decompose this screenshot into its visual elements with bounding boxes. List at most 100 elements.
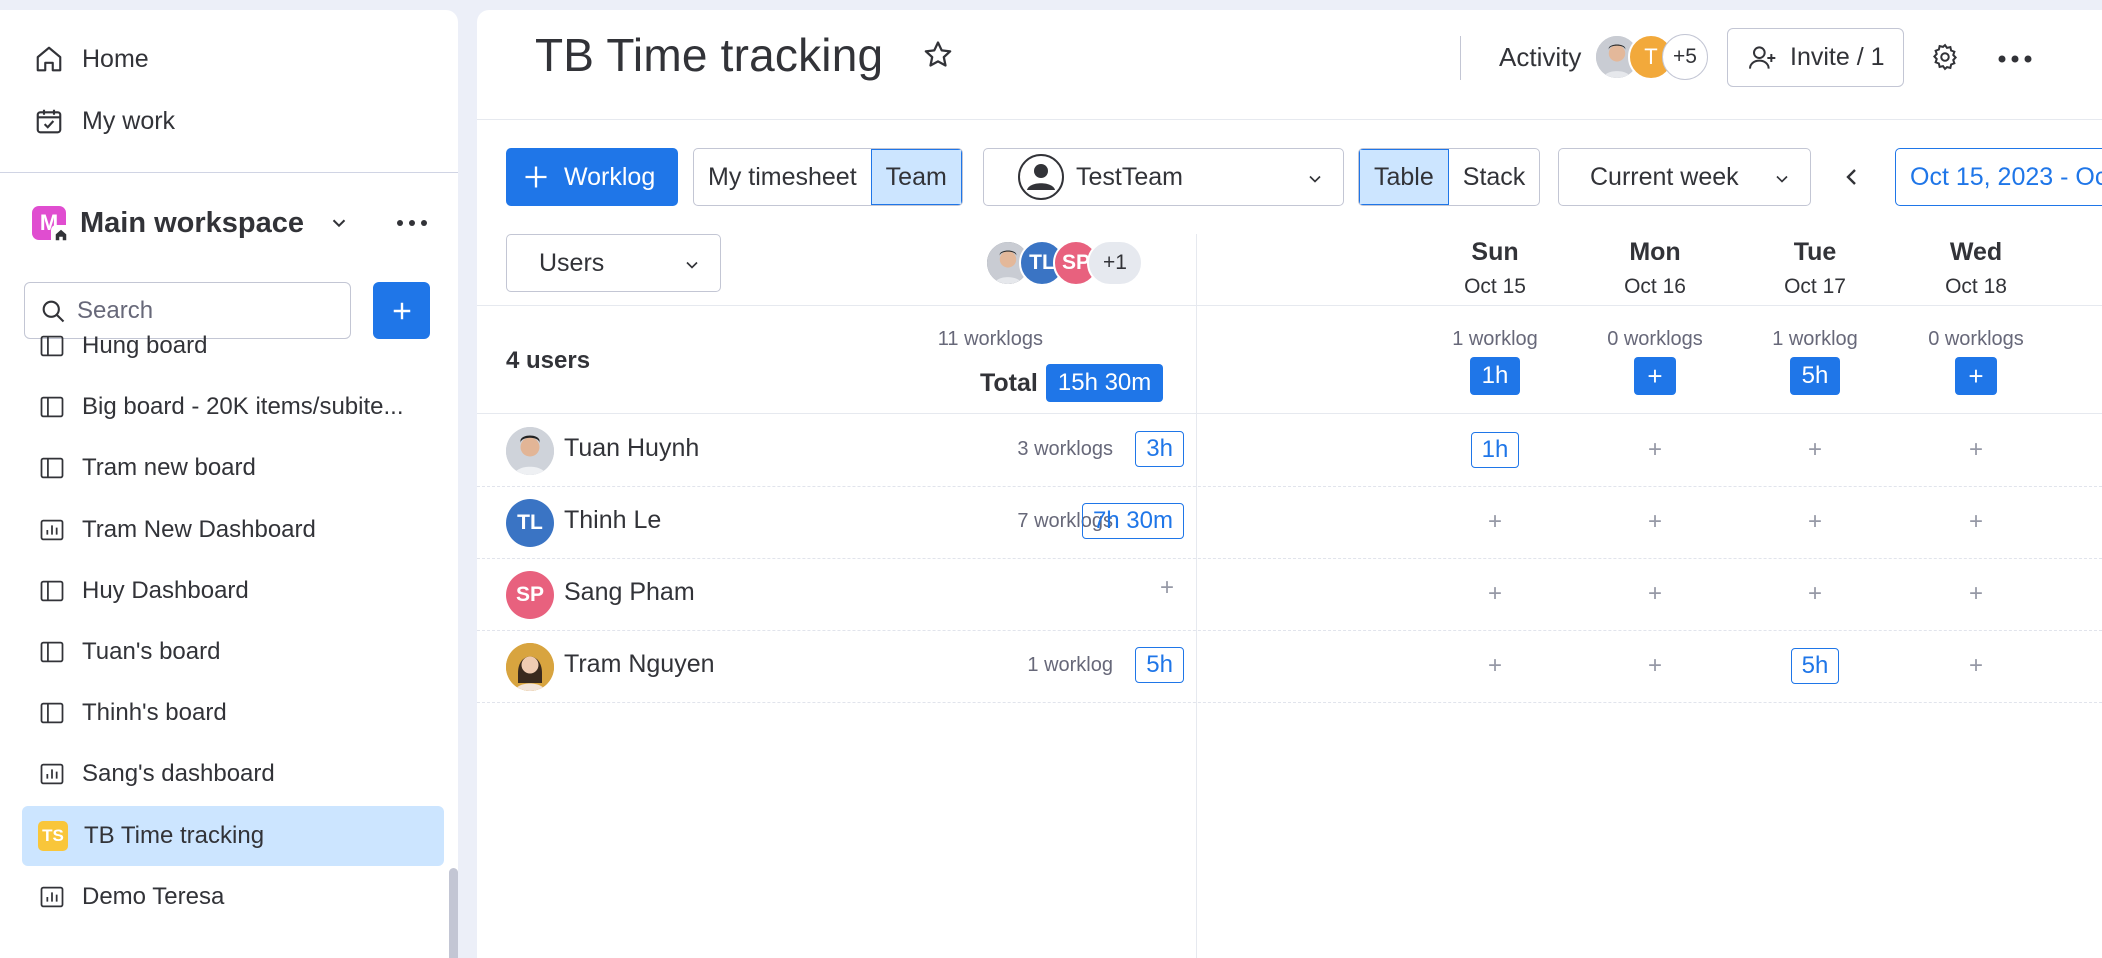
user-total-badge[interactable]: 3h [1135,431,1184,467]
board-item[interactable]: Tuan's board [22,622,444,682]
view-mode-toggle: Table Stack [1358,148,1541,206]
dashboard-icon [38,516,66,544]
add-day-worklog-button[interactable]: + [1634,357,1676,395]
user-name: Thinh Le [564,506,662,534]
board-item[interactable]: Sang's dashboard [22,744,444,804]
search-icon [39,297,67,325]
add-worklog-cell[interactable]: + [1575,558,1735,630]
board-avatar: TS [38,820,68,851]
add-worklog-cell[interactable]: + [1735,558,1895,630]
add-worklog-cell[interactable]: + [1575,486,1735,558]
team-name: TestTeam [1076,162,1183,191]
team-icon [1018,154,1064,200]
tab-stack[interactable]: Stack [1449,149,1540,205]
star-icon[interactable] [921,38,955,72]
board-item[interactable]: Demo Teresa [22,867,444,927]
nav-home-label: Home [82,44,149,73]
nav-my-work[interactable]: My work [34,106,175,136]
add-user-worklog-button[interactable]: + [1160,574,1174,602]
chevron-down-icon [1772,169,1792,189]
add-worklog-cell[interactable]: + [1735,486,1895,558]
board-item-label: Thinh's board [82,699,227,727]
tab-my-timesheet[interactable]: My timesheet [694,149,871,205]
nav-my-work-label: My work [82,106,176,135]
sidebar-scrollbar[interactable] [449,868,458,958]
board-item-label: Big board - 20K items/subite... [82,393,404,421]
workspace-more-icon[interactable] [396,218,428,228]
plus-icon [391,300,413,322]
worklog-duration-badge[interactable]: 1h [1470,432,1520,468]
board-item[interactable]: Huy Dashboard [22,561,444,621]
add-worklog-cell[interactable]: + [1575,414,1735,486]
day-name: Wed [1949,238,2003,266]
period-select[interactable]: Current week [1558,148,1811,206]
board-item[interactable]: Tram new board [22,438,444,498]
home-badge-icon [51,225,71,245]
add-worklog-cell[interactable]: + [1415,558,1575,630]
sidebar-divider [0,172,458,173]
add-worklog-cell[interactable]: + [1896,558,2056,630]
add-worklog-cell[interactable]: + [1896,414,2056,486]
add-worklog-cell[interactable]: + [1415,630,1575,702]
add-day-worklog-button[interactable]: + [1955,357,1997,395]
chevron-left-icon[interactable] [1840,165,1864,189]
activity-avatars[interactable]: T +5 [1594,34,1708,80]
team-select[interactable]: TestTeam [983,148,1344,206]
day-date: Oct 15 [1464,275,1526,298]
board-item[interactable]: TS TB Time tracking [22,805,444,866]
board-item-label: Tram New Dashboard [82,515,316,543]
worklog-label: Worklog [564,162,656,191]
board-item[interactable]: Tram New Dashboard [22,500,444,560]
board-icon [38,577,66,605]
worklog-cell[interactable]: 5h [1735,630,1895,702]
add-worklog-cell[interactable]: + [1896,486,2056,558]
add-worklog-cell[interactable]: + [1415,486,1575,558]
invite-label: Invite / 1 [1790,43,1885,71]
invite-button[interactable]: Invite / 1 [1727,28,1904,87]
date-range-picker[interactable]: Oct 15, 2023 - Oct 21, 2023 [1895,148,2102,206]
board-item-label: Huy Dashboard [82,576,249,604]
more-icon[interactable] [1998,54,2032,64]
users-filter-select[interactable]: Users [506,234,721,292]
day-worklog-count: 0 worklogs [1607,328,1703,350]
day-date: Oct 17 [1784,275,1846,298]
avatar: TL [506,499,554,547]
nav-home[interactable]: Home [34,44,149,74]
add-worklog-cell[interactable]: + [1735,414,1895,486]
gear-icon[interactable] [1930,42,1960,72]
day-summary: 0 worklogs + [1575,328,1735,395]
page-title[interactable]: TB Time tracking [535,28,883,82]
worklog-cell[interactable]: 1h [1415,414,1575,486]
add-worklog-cell[interactable]: + [1896,630,2056,702]
header-separator [1460,36,1461,80]
dashboard-icon [38,883,66,911]
board-item[interactable]: Big board - 20K items/subite... [22,377,444,437]
timesheet-scope-toggle: My timesheet Team [693,148,963,206]
user-total-badge[interactable]: 5h [1135,647,1184,683]
day-total-badge[interactable]: 5h [1789,357,1841,395]
users-count: 4 users [506,347,591,374]
day-worklog-count: 0 worklogs [1928,328,2024,350]
worklog-duration-badge[interactable]: 5h [1790,648,1840,684]
tab-team[interactable]: Team [870,149,962,205]
day-header: Sun Oct 15 [1415,238,1575,299]
day-name: Mon [1629,238,1681,266]
tab-table[interactable]: Table [1359,149,1449,205]
add-worklog-cell[interactable]: + [1575,630,1735,702]
day-summary: 1 worklog 1h [1415,328,1575,395]
board-icon [38,332,66,360]
day-header: Wed Oct 18 [1896,238,2056,299]
dashboard-icon [38,760,66,788]
users-avatar-group[interactable]: TL SP +1 [985,240,1143,286]
chevron-down-icon[interactable] [328,212,350,234]
activity-link[interactable]: Activity [1499,42,1581,73]
board-item[interactable]: Thinh's board [22,683,444,743]
more-users-badge: +1 [1087,240,1143,286]
board-item[interactable]: Hung board [22,322,444,376]
board-icon [38,454,66,482]
workspace-selector[interactable]: M Main workspace [32,206,428,245]
user-total-badge[interactable]: 7h 30m [1081,503,1184,539]
day-total-badge[interactable]: 1h [1469,357,1521,395]
add-worklog-button[interactable]: Worklog [506,148,678,206]
grand-total-badge[interactable]: 15h 30m [1045,364,1164,402]
